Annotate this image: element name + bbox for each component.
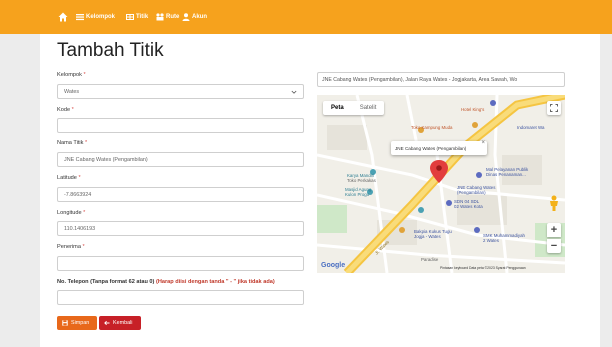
poi-jne[interactable]: JNE Cabang Wates (Pengambilan) [457,185,495,195]
fullscreen-icon [550,104,558,112]
address-input[interactable]: JNE Cabang Wates (Pengambilan), Jalan Ra… [317,72,565,87]
poi-karya-mandiri[interactable]: Karya Mandiri Toko Perkakas [347,173,376,183]
poi-kampung-muda[interactable]: Toko Kampung Muda [411,125,453,130]
arrow-left-icon [104,320,110,326]
save-button-label: Simpan [71,320,90,326]
poi-mal[interactable]: Mal Pelayanan Publik Dinas Penanaman... [486,167,528,177]
poi-bakpia[interactable]: Bakpia Kukus Tugu Jogja - Wates [414,229,452,239]
telepon-input[interactable] [57,290,304,305]
zoom-in-button[interactable]: + [547,223,561,237]
google-logo: Google [321,262,346,269]
poi-sdn[interactable]: SDN 04 SDL 02 Wates Kota [454,199,483,209]
nav-item-kelompok[interactable]: Kelompok [76,12,115,22]
longitude-input[interactable]: 110.1406193 [57,221,304,236]
nama-titik-input[interactable]: JNE Cabang Wates (Pengambilan) [57,152,304,167]
zoom-out-button[interactable]: − [547,239,561,253]
fullscreen-button[interactable] [547,101,561,115]
nav-item-label: Kelompok [86,14,116,20]
list-icon [76,14,84,21]
penerima-label: Penerima * [57,244,85,250]
nav-item-label: Rute [166,14,180,20]
map-type-control: Peta Satelit [323,101,385,115]
top-navbar: Kelompok Titik Rute Akun [0,0,612,34]
chevron-down-icon [291,90,297,94]
nav-item-titik[interactable]: Titik [126,12,148,22]
nav-item-label: Akun [192,14,207,20]
save-button[interactable]: Simpan [57,316,97,330]
kelompok-selected-value: Wates [64,88,80,95]
map-type-map-button[interactable]: Peta [323,101,352,115]
telepon-note: (Harap diisi dengan tanda " - " jika tid… [155,279,275,285]
map-attribution[interactable]: Pintasan keyboard Data peta ©2023 Syarat… [440,266,526,270]
page-title: Tambah Titik [57,40,164,61]
street-view-pegman-icon[interactable] [548,195,560,211]
nama-titik-label: Nama Titik * [57,140,88,146]
grid-icon [126,14,134,20]
nav-item-rute[interactable]: Rute [156,12,179,22]
user-icon [182,13,190,21]
poi-paradise[interactable]: Paradise [421,257,438,262]
nav-item-akun[interactable]: Akun [182,12,207,22]
save-icon [62,320,68,326]
info-window-text: JNE Cabang Wates (Pengambilan) [395,145,467,151]
close-icon[interactable]: × [481,140,485,146]
poi-hotel[interactable]: Hotel King's [461,107,484,112]
back-button-label: Kembali [113,320,133,326]
map-view[interactable]: Peta Satelit JNE Cabang Wates (Pengambil… [317,95,565,273]
home-icon[interactable] [58,12,68,22]
poi-masjid[interactable]: Masjid Agung Kulon Progo [345,187,371,197]
kelompok-select[interactable]: Wates [57,84,304,99]
info-window: JNE Cabang Wates (Pengambilan) × [391,140,487,155]
latitude-label: Latitude * [57,175,81,181]
kelompok-label: Kelompok * [57,72,86,78]
longitude-label: Longitude * [57,210,86,216]
kode-input[interactable] [57,118,304,133]
route-icon [156,13,164,21]
back-button[interactable]: Kembali [99,316,141,330]
penerima-input[interactable] [57,256,304,271]
map-tiles [317,95,565,273]
poi-indomaret[interactable]: Indomaret Wa [517,125,544,130]
kode-label: Kode * [57,107,74,113]
nav-item-label: Titik [136,14,149,20]
telepon-label: No. Telepon (Tanpa format 62 atau 0) (Ha… [57,279,275,285]
map-type-satellite-button[interactable]: Satelit [352,101,385,115]
latitude-input[interactable]: -7.8663924 [57,187,304,202]
poi-smk[interactable]: SMK Muhammadiyah 2 Wates [483,233,525,243]
